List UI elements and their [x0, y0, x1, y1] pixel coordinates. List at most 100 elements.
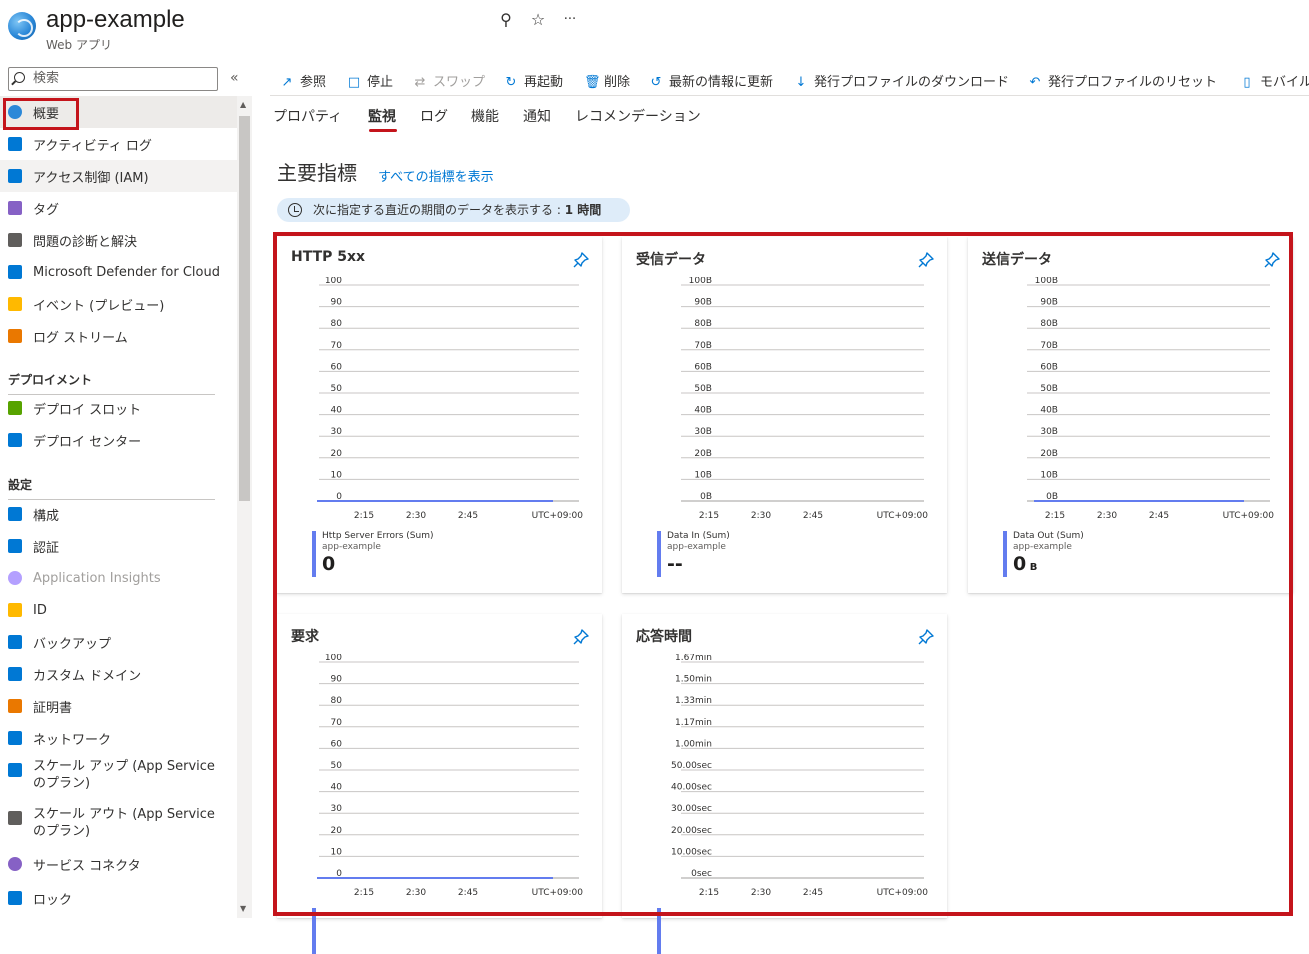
pin-icon[interactable] [572, 628, 590, 646]
x-tick-label: 2:15 [354, 888, 374, 898]
legend-color-bar [312, 531, 316, 577]
sidebar-item-scale-up[interactable]: スケール アップ (App Service のプラン) [0, 754, 237, 802]
tab-recommendations[interactable]: レコメンデーション [575, 106, 701, 126]
download-profile-label: 発行プロファイルのダウンロード [814, 75, 1010, 90]
y-tick-label: 10 [331, 470, 343, 480]
metric-card[interactable]: 要求 100 90 80 70 60 50 40 30 20 10 0 2:15 2:30 2:45 UTC+… [277, 614, 602, 954]
y-tick-label: 30 [331, 427, 343, 437]
sidebar-item-deploy-slot[interactable]: デプロイ スロット [0, 392, 237, 424]
sidebar-item-deploy-center[interactable]: デプロイ センター [0, 424, 237, 456]
metric-card[interactable]: 受信データ 100B 90B 80B 70B 60B 50B 40B 30B 20B 10B 0B 2:… [622, 237, 947, 593]
sidebar-item-identity[interactable]: ID [0, 594, 237, 626]
y-tick-label: 90 [331, 298, 343, 308]
resource-menu: 検索 « 概要 アクティビティ ログ アクセス制御 (IAM) タグ 問題の診断と解決 M… [0, 62, 252, 918]
y-tick-label: 0sec [691, 869, 712, 879]
shield-icon [8, 265, 22, 279]
sidebar-item-tag[interactable]: タグ [0, 192, 237, 224]
stop-button[interactable]: □ 停止 [347, 71, 393, 90]
sidebar-item-wrench[interactable]: 問題の診断と解決 [0, 224, 237, 256]
y-tick-label: 10B [1040, 470, 1058, 480]
delete-button[interactable]: 🗑 削除 [584, 71, 630, 90]
mobile-button[interactable]: ▯ モバイル [1240, 71, 1309, 90]
tab-features[interactable]: 機能 [471, 106, 499, 126]
metric-card[interactable]: HTTP 5xx 100 90 80 70 60 50 40 30 20 10 0 2:15 2:30 2:… [277, 237, 602, 593]
sidebar-item-backup[interactable]: バックアップ [0, 626, 237, 658]
collapse-menu-icon[interactable]: « [230, 70, 239, 86]
time-range-pill[interactable]: 次に指定する直近の期間のデータを表示する : 1 時間 [277, 198, 630, 222]
pin-icon[interactable]: ⚲ [496, 10, 516, 29]
pin-icon[interactable] [917, 251, 935, 269]
reset-profile-button[interactable]: ↶ 発行プロファイルのリセット [1028, 71, 1217, 90]
metric-chart: 10090807060504030201002:15 2:30 2:45 UTC+09… [317, 654, 583, 898]
tab-monitoring[interactable]: 監視 [368, 106, 396, 126]
sidebar-item-activity-log[interactable]: アクティビティ ログ [0, 128, 237, 160]
command-bar: ↗ 参照 □ 停止 ⇄ スワップ ↻ 再起動 🗑 削除 ↺ 最新の情報に更新 ↓ 発行プロファイルのダウン… [270, 62, 1309, 96]
sidebar-item-auth[interactable]: 認証 [0, 530, 237, 562]
resource-type: Web アプリ [46, 38, 112, 52]
pin-icon[interactable] [572, 251, 590, 269]
menu-scrollbar[interactable]: ▲ ▼ [237, 96, 252, 918]
sidebar-item-network[interactable]: ネットワーク [0, 722, 237, 754]
time-range-value: 1 時間 [564, 203, 602, 217]
y-tick-label: 40 [331, 406, 343, 416]
scroll-thumb[interactable] [239, 116, 250, 501]
tab-logs[interactable]: ログ [420, 106, 448, 126]
x-tick-label: 2:30 [1097, 511, 1117, 521]
metric-chart: 100B90B80B70B60B50B40B30B20B10B0B2:15 2:3… [1027, 277, 1274, 521]
selection-highlight [3, 98, 79, 130]
y-tick-label: 1.67min [675, 654, 712, 663]
y-tick-label: 20 [331, 826, 343, 836]
restart-button[interactable]: ↻ 再起動 [504, 71, 563, 90]
see-all-metrics-link[interactable]: すべての指標を表示 [378, 166, 494, 185]
metric-card[interactable]: 送信データ 100B 90B 80B 70B 60B 50B 40B 30B 20B 10B 0B 2:… [968, 237, 1293, 593]
domain-icon [8, 667, 22, 681]
sidebar-item-iam[interactable]: アクセス制御 (IAM) [0, 160, 237, 192]
legend-series-name: Http Server Errors (Sum) [322, 531, 434, 541]
metric-card[interactable]: 応答時間 1.67min 1.50min 1.33min 1.17min 1.00min 5… [622, 614, 947, 954]
x-tick-label: 2:30 [751, 511, 771, 521]
x-tick-label: 2:45 [1149, 511, 1169, 521]
lock-icon [8, 891, 22, 905]
sidebar-item-domain[interactable]: カスタム ドメイン [0, 658, 237, 690]
y-tick-label: 70B [694, 341, 712, 351]
favorite-star-icon[interactable]: ☆ [528, 10, 548, 29]
iam-icon [8, 169, 22, 183]
sidebar-item-label: タグ [33, 202, 60, 218]
sidebar-item-label: 証明書 [33, 700, 73, 716]
y-tick-label: 40.00sec [671, 783, 712, 793]
y-tick-label: 40B [694, 406, 712, 416]
scroll-down-icon[interactable]: ▼ [240, 904, 246, 913]
y-tick-label: 80 [331, 319, 343, 329]
browse-button[interactable]: ↗ 参照 [280, 71, 326, 90]
sidebar-item-lightning[interactable]: イベント (プレビュー) [0, 288, 237, 320]
auth-icon [8, 539, 22, 553]
sidebar-item-label: 認証 [33, 540, 60, 556]
refresh-button[interactable]: ↺ 最新の情報に更新 [649, 71, 773, 90]
swap-button[interactable]: ⇄ スワップ [413, 71, 485, 90]
y-tick-label: 90 [331, 675, 343, 685]
sidebar-item-label: アクティビティ ログ [33, 138, 152, 154]
sidebar-item-lock[interactable]: ロック [0, 882, 237, 914]
more-icon[interactable]: ··· [560, 12, 580, 27]
pin-icon[interactable] [1263, 251, 1281, 269]
browse-icon: ↗ [281, 75, 293, 90]
search-input[interactable]: 検索 [8, 67, 218, 91]
sidebar-item-certificate[interactable]: 証明書 [0, 690, 237, 722]
scroll-up-icon[interactable]: ▲ [240, 100, 246, 109]
sidebar-item-shield[interactable]: Microsoft Defender for Cloud [0, 256, 237, 288]
sidebar-item-scale-out[interactable]: スケール アウト (App Service のプラン) [0, 802, 237, 850]
sidebar-item-service-connector[interactable]: サービス コネクタ [0, 848, 237, 880]
sidebar-item-config[interactable]: 構成 [0, 498, 237, 530]
download-profile-button[interactable]: ↓ 発行プロファイルのダウンロード [794, 71, 1009, 90]
tab-notifications[interactable]: 通知 [523, 106, 551, 126]
sidebar-item-app-insights[interactable]: Application Insights [0, 562, 237, 594]
summary-number: -- [667, 553, 683, 575]
y-tick-label: 70 [331, 341, 343, 351]
backup-icon [8, 635, 22, 649]
pin-icon[interactable] [917, 628, 935, 646]
metric-chart: 100B90B80B70B60B50B40B30B20B10B0B2:15 2:3… [681, 277, 928, 521]
lightning-icon [8, 297, 22, 311]
restart-icon: ↻ [505, 75, 517, 90]
sidebar-item-log-stream[interactable]: ログ ストリーム [0, 320, 237, 352]
tab-properties[interactable]: プロパティ [273, 106, 342, 126]
